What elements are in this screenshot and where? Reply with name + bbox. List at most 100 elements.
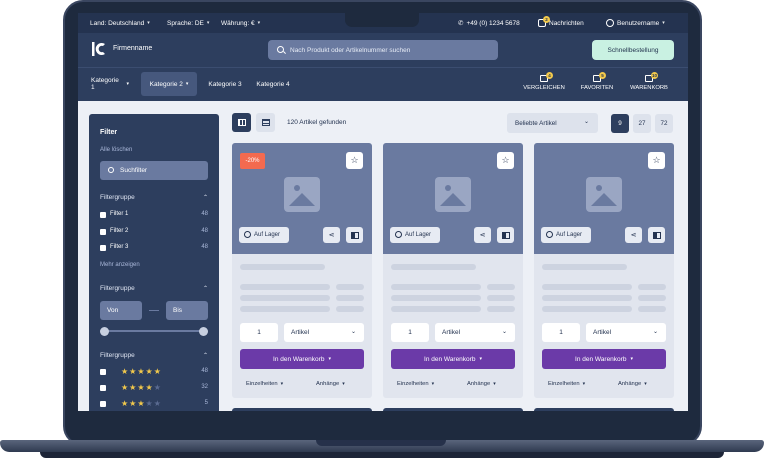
chevron-down-icon: ▾ [431,381,435,387]
attachments-link[interactable]: Anhänge ▾ [316,381,345,387]
checkbox-box[interactable] [100,245,106,251]
grid-view-toggle[interactable] [232,113,251,132]
quantity-input[interactable]: 1 [240,323,278,342]
details-label: Einzelheiten [246,381,278,387]
country-select[interactable]: Land: Deutschland ▾ [90,13,150,33]
quick-order-button[interactable]: Schnellbestellung [592,40,674,60]
filter-group-header[interactable]: Filtergruppe ⌃ [100,194,208,201]
phone-number: +49 (0) 1234 5678 [466,19,520,27]
nav-category-3[interactable]: Kategorie 3 [202,72,248,96]
chevron-down-icon: ▾ [630,356,633,362]
nav-category-1[interactable]: Kategorie 1 ▾ [85,72,135,96]
unit-select[interactable]: Artikel ⌄ [435,323,515,342]
share-icon[interactable]: ⋖ [625,227,642,243]
chevron-up-icon: ⌃ [202,286,208,292]
product-image[interactable]: -20% ☆ Auf Lager ⋖ [232,143,372,254]
list-view-toggle[interactable] [256,113,275,132]
cart-link[interactable]: 10 WARENKORB [624,72,674,98]
add-to-cart-button[interactable]: In den Warenkorb ▾ [240,349,364,369]
messages-link[interactable]: 2 Nachrichten [538,13,584,33]
chevron-down-icon: ▾ [280,381,284,387]
sort-select[interactable]: Beliebte Artikel ⌄ [507,113,598,133]
filter-search-input[interactable]: Suchfilter [100,161,208,180]
currency-select[interactable]: Währung: € ▾ [221,13,260,33]
user-menu[interactable]: Benutzername ▾ [606,13,665,33]
per-page-72[interactable]: 72 [655,114,673,133]
language-select[interactable]: Sprache: DE ▾ [167,13,209,33]
company-logo-icon[interactable] [91,41,107,57]
attachments-link[interactable]: Anhänge ▾ [618,381,647,387]
quantity-input[interactable]: 1 [391,323,429,342]
image-placeholder-icon [284,177,320,212]
filter-checkbox[interactable]: Filter 3 48 [100,244,208,254]
chevron-down-icon: ▾ [582,381,586,387]
checkbox-box[interactable] [100,369,106,375]
share-icon[interactable]: ⋖ [474,227,491,243]
rating-stars: ★★★★★ [121,399,162,408]
nav-category-4[interactable]: Kategorie 4 [250,72,296,96]
show-more-link[interactable]: Mehr anzeigen [100,262,140,268]
checkbox-box[interactable] [100,401,106,407]
add-to-cart-button[interactable]: In den Warenkorb ▾ [391,349,515,369]
chevron-down-icon: ▾ [342,381,345,387]
favorite-star-icon[interactable]: ☆ [346,152,363,169]
range-slider-min-handle[interactable] [100,327,109,336]
attachments-link[interactable]: Anhänge ▾ [467,381,496,387]
range-slider-track[interactable] [104,330,204,332]
filter-group-label: Filtergruppe [100,194,135,201]
filter-checkbox[interactable]: Filter 1 48 [100,211,208,221]
unit-select[interactable]: Artikel ⌄ [586,323,666,342]
checkbox-box[interactable] [100,229,106,235]
favorite-star-icon[interactable]: ☆ [497,152,514,169]
per-page-27[interactable]: 27 [633,114,651,133]
quantity-input[interactable]: 1 [542,323,580,342]
search-icon [108,167,114,173]
rating-filter[interactable]: ★★★★★ 48 [100,367,208,378]
product-image[interactable]: ☆ Auf Lager ⋖ [534,143,674,254]
favorites-link[interactable]: 5 FAVORITEN [572,72,622,98]
filter-count: 48 [201,368,208,374]
next-row-card [232,408,372,411]
clear-filters-link[interactable]: Alle löschen [100,147,132,153]
range-slider-max-handle[interactable] [199,327,208,336]
compare-link[interactable]: 4 VERGLEICHEN [519,72,569,98]
rating-filter[interactable]: ★★★★★ 5 [100,399,208,410]
unit-select[interactable]: Artikel ⌄ [284,323,364,342]
compare-icon[interactable] [346,227,363,243]
product-image[interactable]: ☆ Auf Lager ⋖ [383,143,523,254]
text-skeleton [336,284,364,290]
checkbox-box[interactable] [100,212,106,218]
filter-group-header[interactable]: Filtergruppe ⌃ [100,352,208,359]
chevron-down-icon: ▾ [644,381,647,387]
filter-sidebar: Filter Alle löschen Suchfilter Filtergru… [89,114,219,411]
messages-label: Nachrichten [549,19,584,27]
nav-category-2[interactable]: Kategorie 2 ▾ [141,72,197,96]
star-icon: 5 [593,72,606,82]
checkbox-box[interactable] [100,385,106,391]
filter-group-header[interactable]: Filtergruppe ⌃ [100,285,208,292]
add-to-cart-button[interactable]: In den Warenkorb ▾ [542,349,666,369]
compare-icon[interactable] [648,227,665,243]
cart-label: WARENKORB [630,85,668,91]
details-link[interactable]: Einzelheiten ▾ [548,381,585,387]
title-skeleton [542,264,627,270]
rating-filter[interactable]: ★★★★★ 32 [100,383,208,394]
per-page-9[interactable]: 9 [611,114,629,133]
filter-checkbox[interactable]: Filter 2 48 [100,228,208,238]
compare-icon[interactable] [497,227,514,243]
favorite-star-icon[interactable]: ☆ [648,152,665,169]
company-name: Firmenname [113,45,153,52]
text-skeleton [542,295,632,301]
details-link[interactable]: Einzelheiten ▾ [397,381,434,387]
search-input[interactable]: Nach Produkt oder Artikelnummer suchen [268,40,498,60]
range-to-input[interactable]: Bis [166,301,208,320]
chevron-down-icon: ▾ [662,20,665,26]
filter-title: Filter [100,129,118,136]
add-to-cart-label: In den Warenkorb [424,355,476,363]
country-label: Land: Deutschland [90,19,145,27]
range-from-input[interactable]: Von [100,301,142,320]
add-to-cart-label: In den Warenkorb [273,355,325,363]
share-icon[interactable]: ⋖ [323,227,340,243]
details-link[interactable]: Einzelheiten ▾ [246,381,283,387]
phone-link[interactable]: ✆ +49 (0) 1234 5678 [458,13,520,33]
